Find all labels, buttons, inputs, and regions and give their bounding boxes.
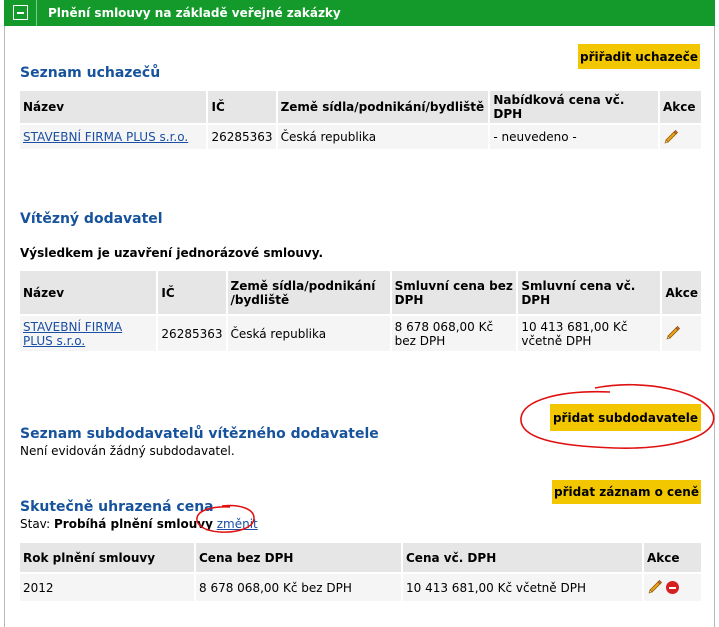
winner-name-link[interactable]: STAVEBNÍ FIRMA PLUS s.r.o. <box>23 320 122 348</box>
column-header-price-vat[interactable]: Smluvní cena vč. DPH <box>517 271 663 316</box>
add-price-record-button[interactable]: přidat záznam o ceně <box>552 480 701 504</box>
column-header-price-vat[interactable]: Cena vč. DPH <box>402 543 644 574</box>
header-divider <box>36 0 37 26</box>
column-header-ico[interactable]: IČ <box>157 271 228 316</box>
column-header-actions: Akce <box>661 271 701 316</box>
panel-header: Plnění smlouvy na základě veřejné zakázk… <box>4 0 715 26</box>
column-header-country[interactable]: Země sídla/podnikání /bydliště <box>226 271 392 316</box>
winner-actions <box>661 315 701 351</box>
assign-applicant-button[interactable]: přiřadit uchazeče <box>578 44 700 69</box>
paid-price-table: Rok plnění smlouvy Cena bez DPH Cena vč.… <box>20 543 701 601</box>
winner-name-cell: STAVEBNÍ FIRMA PLUS s.r.o. <box>20 315 159 351</box>
table-header-row: Rok plnění smlouvy Cena bez DPH Cena vč.… <box>20 543 701 574</box>
winner-table: Název IČ Země sídla/podnikání /bydliště … <box>20 271 701 351</box>
column-header-year[interactable]: Rok plnění smlouvy <box>20 543 196 574</box>
applicant-actions <box>658 124 701 149</box>
table-row: STAVEBNÍ FIRMA PLUS s.r.o. 26285363 Česk… <box>20 124 701 149</box>
table-header-row: Název IČ Země sídla/podnikání /bydliště … <box>20 271 701 316</box>
column-header-actions: Akce <box>658 91 701 125</box>
subcontractors-section-title: Seznam subdodavatelů vítězného dodavatel… <box>20 426 379 442</box>
winner-price-no-vat: 8 678 068,00 Kč bez DPH <box>390 315 519 351</box>
paid-price-section-title: Skutečně uhrazená cena <box>20 499 214 515</box>
winner-country: Česká republika <box>226 315 392 351</box>
column-header-price-no-vat[interactable]: Cena bez DPH <box>195 543 403 574</box>
applicant-name-link[interactable]: STAVEBNÍ FIRMA PLUS s.r.o. <box>23 130 188 144</box>
contract-status-line: Stav: Probíhá plnění smlouvy změnit <box>20 517 258 531</box>
column-header-ico[interactable]: IČ <box>207 91 278 125</box>
panel-title: Plnění smlouvy na základě veřejné zakázk… <box>48 6 341 20</box>
applicants-section-title: Seznam uchazečů <box>20 65 161 81</box>
paid-actions <box>643 573 701 601</box>
status-value: Probíhá plnění smlouvy <box>54 517 213 531</box>
column-header-name[interactable]: Název <box>20 271 159 316</box>
subcontractors-empty-text: Není evidován žádný subdodavatel. <box>20 444 235 458</box>
winner-result-text: Výsledkem je uzavření jednorázové smlouv… <box>20 246 323 260</box>
table-header-row: Název IČ Země sídla/podnikání/bydliště N… <box>20 91 701 125</box>
change-status-link[interactable]: změnit <box>217 517 258 531</box>
winner-section-title: Vítězný dodavatel <box>20 211 163 227</box>
add-subcontractor-button[interactable]: přidat subdodavatele <box>550 404 701 431</box>
table-row: STAVEBNÍ FIRMA PLUS s.r.o. 26285363 Česk… <box>20 315 701 351</box>
column-header-actions: Akce <box>643 543 701 574</box>
column-header-price-no-vat[interactable]: Smluvní cena bez DPH <box>390 271 519 316</box>
applicant-ico: 26285363 <box>207 124 278 149</box>
winner-price-vat: 10 413 681,00 Kč včetně DPH <box>517 315 663 351</box>
applicant-price: - neuvedeno - <box>489 124 660 149</box>
pencil-icon[interactable] <box>665 324 681 343</box>
pencil-icon[interactable] <box>647 578 663 597</box>
paid-price-no-vat: 8 678 068,00 Kč bez DPH <box>195 573 403 601</box>
delete-icon[interactable] <box>666 581 679 594</box>
pencil-icon[interactable] <box>663 128 679 147</box>
applicants-table: Název IČ Země sídla/podnikání/bydliště N… <box>20 91 701 149</box>
status-label: Stav: <box>20 517 51 531</box>
column-header-country[interactable]: Země sídla/podnikání/bydliště <box>276 91 491 125</box>
column-header-name[interactable]: Název <box>20 91 209 125</box>
paid-price-vat: 10 413 681,00 Kč včetně DPH <box>402 573 644 601</box>
applicant-name-cell: STAVEBNÍ FIRMA PLUS s.r.o. <box>20 124 209 149</box>
applicant-country: Česká republika <box>276 124 491 149</box>
collapse-icon[interactable] <box>13 5 28 20</box>
paid-year: 2012 <box>20 573 196 601</box>
table-row: 2012 8 678 068,00 Kč bez DPH 10 413 681,… <box>20 573 701 601</box>
winner-ico: 26285363 <box>157 315 228 351</box>
column-header-offer-price[interactable]: Nabídková cena vč. DPH <box>489 91 660 125</box>
